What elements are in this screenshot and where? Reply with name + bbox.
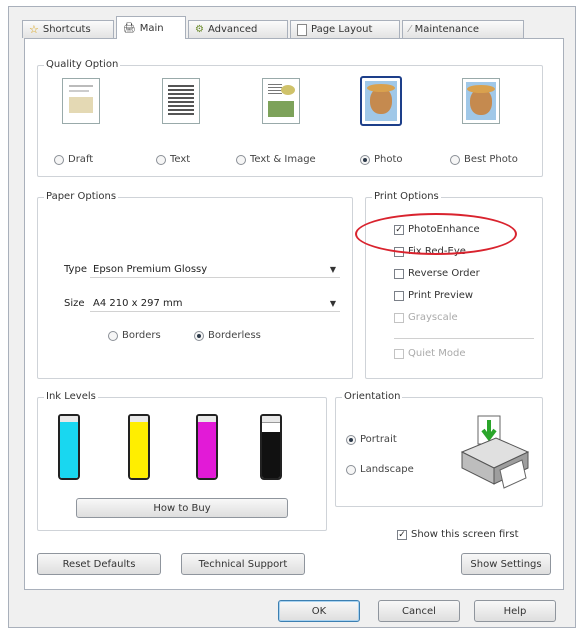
ink-cartridge-magenta [196, 414, 218, 480]
divider [394, 338, 534, 339]
photo-radio-button[interactable] [360, 154, 370, 165]
main-tab-panel: Quality Option Draft Text Text & Image P… [24, 38, 564, 590]
best-photo-radio-button[interactable] [450, 154, 460, 165]
borderless-radio-button[interactable] [194, 330, 204, 341]
chevron-down-icon: ▼ [329, 265, 336, 274]
printer-orientation-icon [460, 415, 530, 489]
tab-page-layout[interactable]: Page Layout [290, 20, 400, 38]
landscape-radio[interactable]: Landscape [346, 464, 414, 475]
quality-option-title: Quality Option [44, 59, 121, 70]
portrait-radio-button[interactable] [346, 434, 356, 445]
tab-shortcuts[interactable]: ☆ Shortcuts [22, 20, 114, 38]
ok-button[interactable]: OK [278, 600, 360, 622]
photo-radio[interactable]: Photo [360, 154, 403, 165]
print-preview-checkbox[interactable]: Print Preview [394, 290, 473, 301]
quality-option-group: Quality Option Draft Text Text & Image P… [37, 59, 543, 177]
technical-support-button[interactable]: Technical Support [181, 553, 305, 575]
reverse-order-checkbox[interactable]: Reverse Order [394, 268, 480, 279]
gear-icon: ⚙ [195, 24, 204, 35]
paper-type-select[interactable]: Epson Premium Glossy ▼ [90, 262, 340, 278]
chevron-down-icon: ▼ [329, 299, 336, 308]
printer-icon: 🖨 [123, 22, 136, 34]
draft-radio[interactable]: Draft [54, 154, 93, 165]
size-label: Size [64, 298, 85, 309]
reset-defaults-button[interactable]: Reset Defaults [37, 553, 161, 575]
landscape-radio-button[interactable] [346, 464, 356, 475]
borders-radio-button[interactable] [108, 330, 118, 341]
print-options-title: Print Options [372, 191, 441, 202]
best-photo-thumbnail[interactable] [462, 78, 500, 124]
paper-options-title: Paper Options [44, 191, 119, 202]
grayscale-checkbox[interactable]: Grayscale [394, 312, 458, 323]
orientation-title: Orientation [342, 391, 403, 402]
draft-thumbnail[interactable] [62, 78, 100, 124]
paper-size-select[interactable]: A4 210 x 297 mm ▼ [90, 296, 340, 312]
tab-main[interactable]: 🖨 Main [116, 16, 186, 39]
wrench-icon: ⁄ [409, 24, 411, 35]
orientation-group: Orientation Portrait Landscape [335, 391, 543, 507]
page-icon [297, 23, 307, 36]
type-label: Type [64, 264, 87, 275]
star-icon: ☆ [29, 23, 39, 36]
text-image-radio-button[interactable] [236, 154, 246, 165]
portrait-radio[interactable]: Portrait [346, 434, 397, 445]
show-settings-button[interactable]: Show Settings [461, 553, 551, 575]
tab-advanced[interactable]: ⚙ Advanced [188, 20, 288, 38]
text-radio[interactable]: Text [156, 154, 190, 165]
highlight-circle [355, 213, 517, 255]
tab-maintenance[interactable]: ⁄ Maintenance [402, 20, 524, 38]
text-radio-button[interactable] [156, 154, 166, 165]
ink-cartridge-cyan [58, 414, 80, 480]
ink-levels-title: Ink Levels [44, 391, 98, 402]
ink-levels-group: Ink Levels How to Buy [37, 391, 327, 531]
paper-options-group: Paper Options Type Epson Premium Glossy … [37, 191, 353, 379]
ink-cartridge-black [260, 414, 282, 480]
show-screen-first-checkbox[interactable]: ✓ Show this screen first [397, 529, 519, 540]
photo-thumbnail[interactable] [360, 76, 402, 126]
best-photo-radio[interactable]: Best Photo [450, 154, 518, 165]
borderless-radio[interactable]: Borderless [194, 330, 261, 341]
text-image-radio[interactable]: Text & Image [236, 154, 316, 165]
draft-radio-button[interactable] [54, 154, 64, 165]
ink-cartridge-yellow [128, 414, 150, 480]
how-to-buy-button[interactable]: How to Buy [76, 498, 288, 518]
cancel-button[interactable]: Cancel [378, 600, 460, 622]
text-image-thumbnail[interactable] [262, 78, 300, 124]
help-button[interactable]: Help [474, 600, 556, 622]
quiet-mode-checkbox[interactable]: Quiet Mode [394, 348, 466, 359]
borders-radio[interactable]: Borders [108, 330, 161, 341]
text-thumbnail[interactable] [162, 78, 200, 124]
